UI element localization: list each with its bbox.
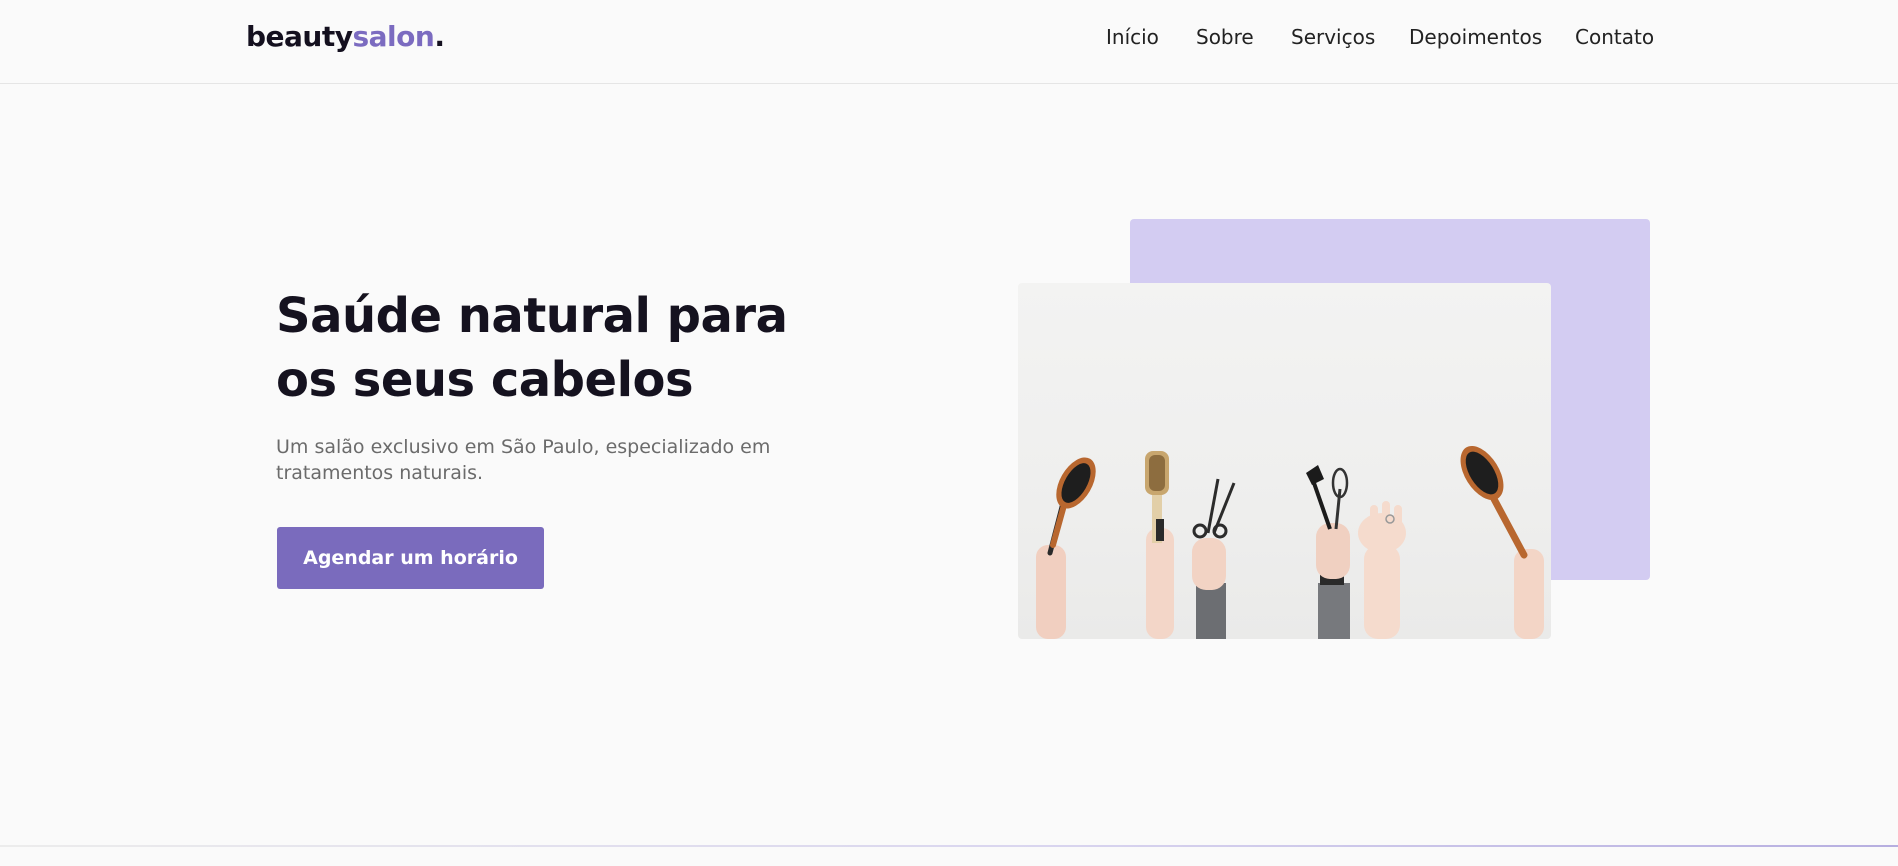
hand-with-paddle-brush-right (1460, 446, 1544, 639)
hand-with-tint-brush-and-whisk (1306, 465, 1350, 639)
hero-title: Saúde natural para os seus cabelos (276, 284, 796, 412)
page: beautysalon. Início Sobre Serviços Depoi… (0, 0, 1898, 866)
open-hand-with-clips (1358, 501, 1406, 639)
hero-title-line-1: Saúde natural para (276, 288, 788, 344)
hand-with-paddle-brush-left (1036, 457, 1096, 639)
logo[interactable]: beautysalon. (246, 20, 445, 53)
logo-text-primary: beauty (246, 20, 353, 53)
nav-link-servicos[interactable]: Serviços (1291, 25, 1375, 49)
nav-link-inicio[interactable]: Início (1106, 25, 1159, 49)
hero-photo (1018, 283, 1551, 639)
hero-title-line-2: os seus cabelos (276, 352, 694, 408)
book-appointment-button[interactable]: Agendar um horário (277, 527, 544, 589)
hand-with-scissors (1192, 478, 1236, 639)
hero-subtitle: Um salão exclusivo em São Paulo, especia… (276, 436, 771, 484)
hands-with-hair-tools-illustration (1036, 446, 1544, 639)
nav-link-depoimentos[interactable]: Depoimentos (1409, 25, 1542, 49)
logo-dot: . (434, 20, 445, 53)
hand-with-round-brush (1145, 451, 1174, 639)
nav-link-contato[interactable]: Contato (1575, 25, 1654, 49)
section-divider (0, 845, 1898, 847)
nav-link-sobre[interactable]: Sobre (1196, 25, 1254, 49)
logo-text-accent: salon (352, 20, 435, 53)
site-header: beautysalon. Início Sobre Serviços Depoi… (0, 0, 1898, 84)
